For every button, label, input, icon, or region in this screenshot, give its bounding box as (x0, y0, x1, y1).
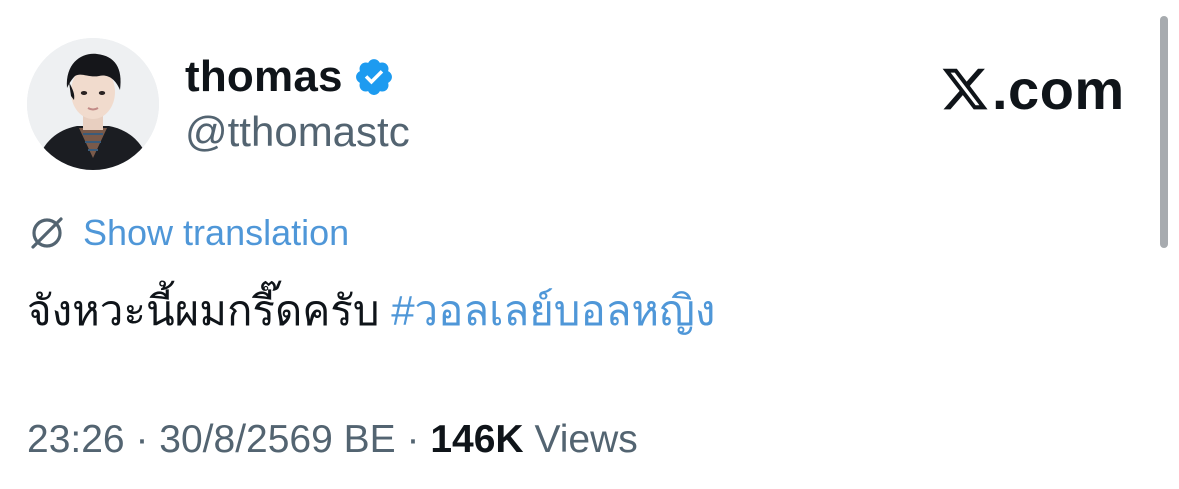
meta-separator: · (406, 418, 420, 461)
avatar[interactable] (27, 38, 159, 170)
author-name-row: thomas (185, 50, 395, 104)
brand-watermark: .com (940, 57, 1125, 121)
tweet-card: thomas @tthomastc .com Show translation … (0, 0, 1179, 489)
scrollbar[interactable] (1160, 16, 1168, 248)
brand-label: .com (992, 57, 1125, 121)
translate-globe-icon (27, 213, 67, 253)
meta-separator: · (135, 418, 149, 461)
views-count[interactable]: 146K (430, 418, 523, 461)
show-translation-link[interactable]: Show translation (83, 212, 349, 254)
tweet-date[interactable]: 30/8/2569 BE (159, 418, 395, 461)
tweet-text: จังหวะนี้ผมกรี๊ดครับ #วอลเลย์บอลหญิง (27, 278, 715, 344)
user-handle[interactable]: @tthomastc (185, 108, 410, 156)
tweet-body-text: จังหวะนี้ผมกรี๊ดครับ (27, 287, 380, 334)
tweet-time[interactable]: 23:26 (27, 418, 125, 461)
x-logo-icon (940, 64, 990, 114)
hashtag-link[interactable]: #วอลเลย์บอลหญิง (391, 287, 715, 334)
views-label[interactable]: Views (534, 418, 637, 461)
verified-badge-icon[interactable] (353, 56, 395, 98)
tweet-meta: 23:26 · 30/8/2569 BE · 146K Views (27, 418, 638, 462)
translation-row[interactable]: Show translation (27, 210, 349, 256)
display-name[interactable]: thomas (185, 52, 343, 102)
avatar-photo (27, 38, 159, 170)
